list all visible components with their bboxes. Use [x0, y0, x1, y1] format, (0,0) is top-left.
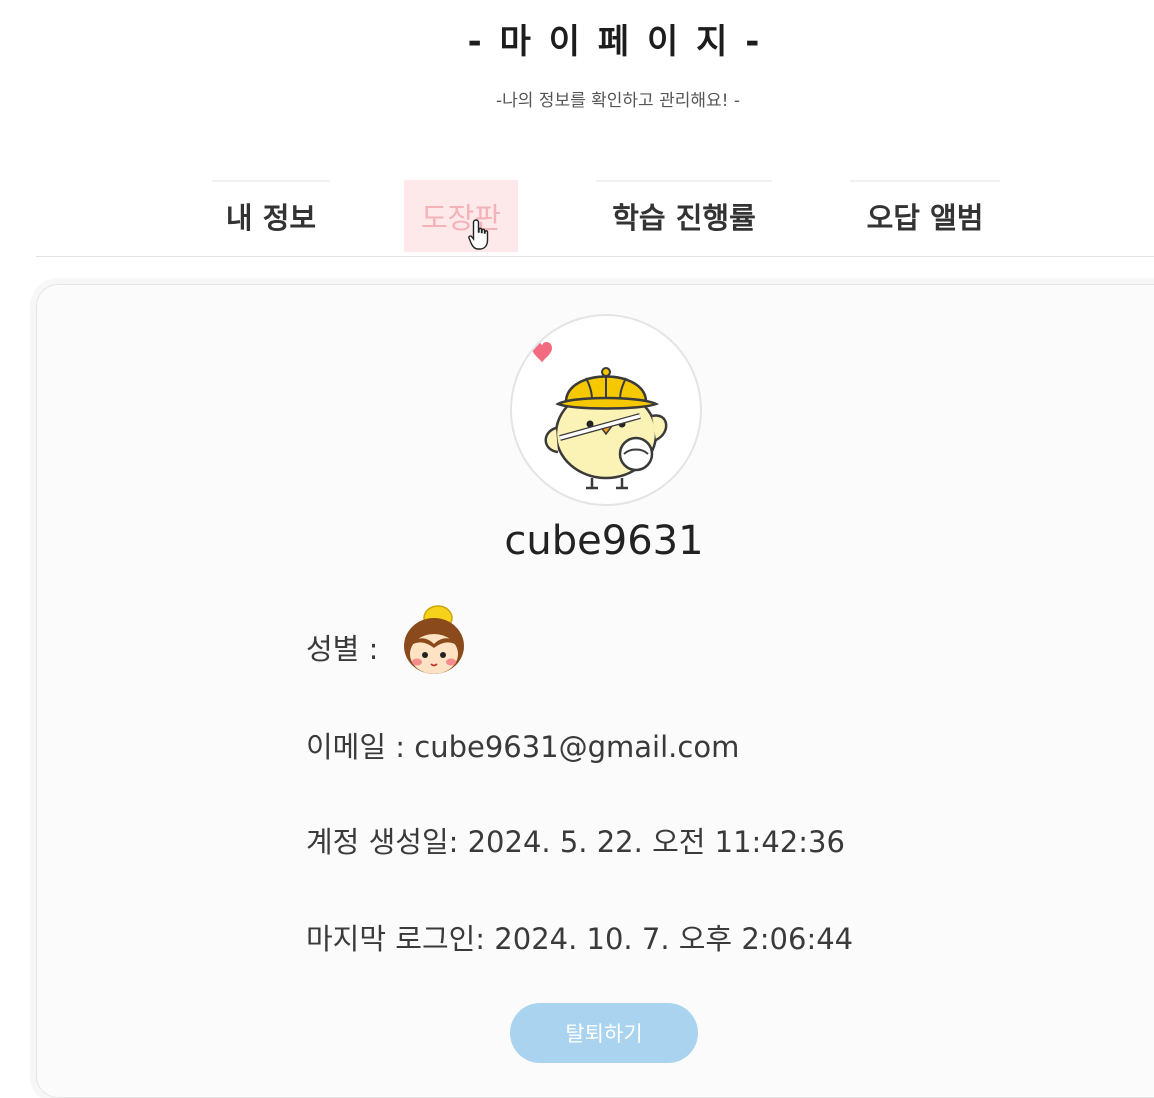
tab-my-info[interactable]: 내 정보 — [212, 180, 330, 252]
tab-learning-progress[interactable]: 학습 진행률 — [596, 180, 772, 252]
tab-divider — [36, 256, 1154, 257]
hand-pointer-cursor-icon — [468, 219, 489, 250]
boy-face-icon — [404, 605, 464, 674]
email-info: 이메일 : cube9631@gmail.com — [306, 730, 740, 764]
page-subtitle: -나의 정보를 확인하고 관리해요! - — [495, 91, 741, 111]
chick-with-yellow-hat-icon — [532, 342, 668, 490]
last-login-info: 마지막 로그인: 2024. 10. 7. 오후 2:06:44 — [306, 922, 854, 956]
mypage: - 마 이 페 이 지 - -나의 정보를 확인하고 관리해요! - 내 정보 … — [0, 0, 1154, 1098]
tab-wrong-answer-album[interactable]: 오답 앨범 — [850, 180, 1000, 252]
profile-avatar — [510, 314, 702, 506]
page-title: - 마 이 페 이 지 - — [467, 22, 763, 62]
account-created-info: 계정 생성일: 2024. 5. 22. 오전 11:42:36 — [306, 825, 845, 859]
tab-bar: 내 정보 도장판 학습 진행률 오답 앨범 — [0, 180, 1154, 256]
withdraw-button[interactable]: 탈퇴하기 — [510, 1003, 698, 1063]
gender-label: 성별 : — [306, 632, 379, 666]
username: cube9631 — [504, 518, 704, 564]
tab-stamp-board[interactable]: 도장판 — [404, 180, 518, 252]
